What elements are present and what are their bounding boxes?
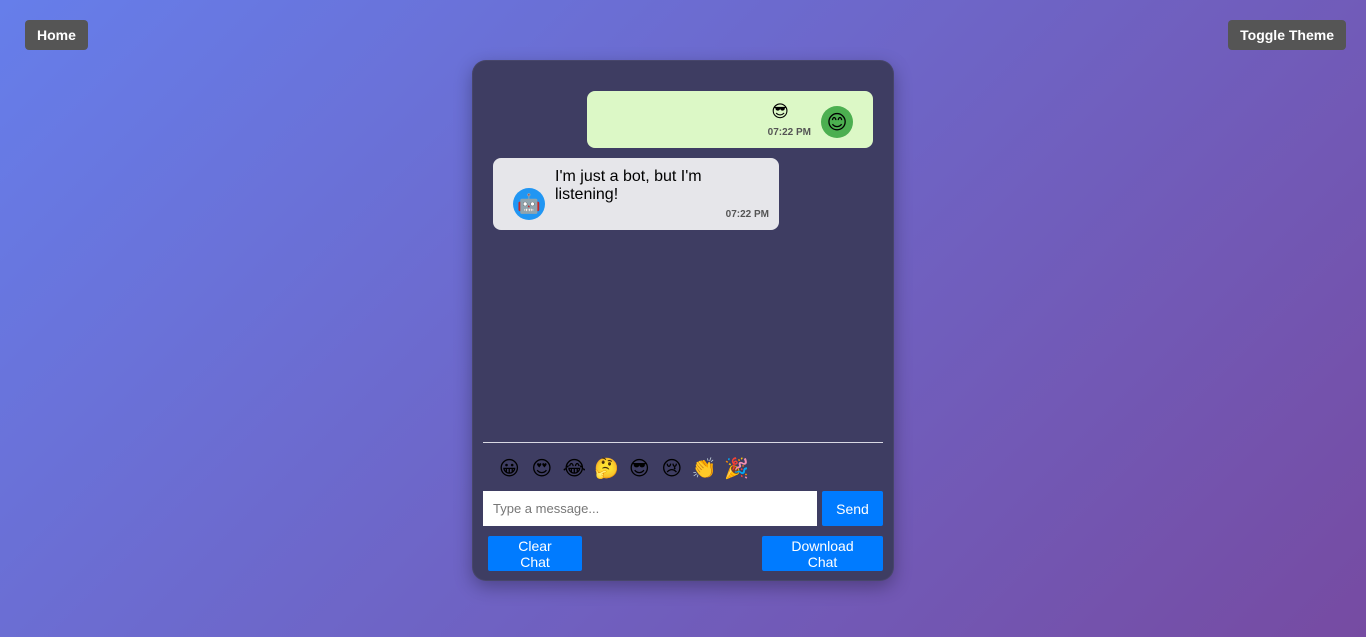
home-button[interactable]: Home [25, 20, 88, 50]
message-timestamp: 07:22 PM [767, 127, 811, 138]
download-chat-button[interactable]: Download Chat [762, 536, 883, 571]
divider [483, 442, 883, 443]
clear-chat-button[interactable]: Clear Chat [488, 536, 582, 571]
emoji-thinking[interactable]: 🤔 [591, 454, 624, 484]
emoji-crying[interactable]: 😢 [656, 454, 689, 484]
message-timestamp: 07:22 PM [725, 209, 769, 220]
emoji-grinning[interactable]: 😀 [493, 454, 526, 484]
send-button[interactable]: Send [822, 491, 883, 526]
user-message: 😎 07:22 PM 😊 [587, 91, 873, 148]
message-text: I'm just a bot, but I'm listening! [555, 168, 702, 203]
emoji-joy[interactable]: 😂 [558, 454, 591, 484]
message-input[interactable] [483, 491, 817, 526]
emoji-clap[interactable]: 👏 [688, 454, 721, 484]
bot-message: 🤖 I'm just a bot, but I'm listening! 07:… [493, 158, 779, 230]
message-input-row: Send [483, 491, 883, 526]
emoji-heart-eyes[interactable]: 😍 [526, 454, 559, 484]
bot-avatar: 🤖 [513, 188, 545, 220]
emoji-sunglasses[interactable]: 😎 [623, 454, 656, 484]
toggle-theme-button[interactable]: Toggle Theme [1228, 20, 1346, 50]
user-avatar: 😊 [821, 106, 853, 138]
message-list[interactable]: 😎 07:22 PM 😊 🤖 I'm just a bot, but I'm l… [473, 61, 893, 441]
chat-container: 😎 07:22 PM 😊 🤖 I'm just a bot, but I'm l… [472, 60, 894, 581]
emoji-picker: 😀 😍 😂 🤔 😎 😢 👏 🎉 [493, 454, 753, 484]
message-text: 😎 [771, 102, 789, 121]
emoji-party[interactable]: 🎉 [721, 454, 754, 484]
